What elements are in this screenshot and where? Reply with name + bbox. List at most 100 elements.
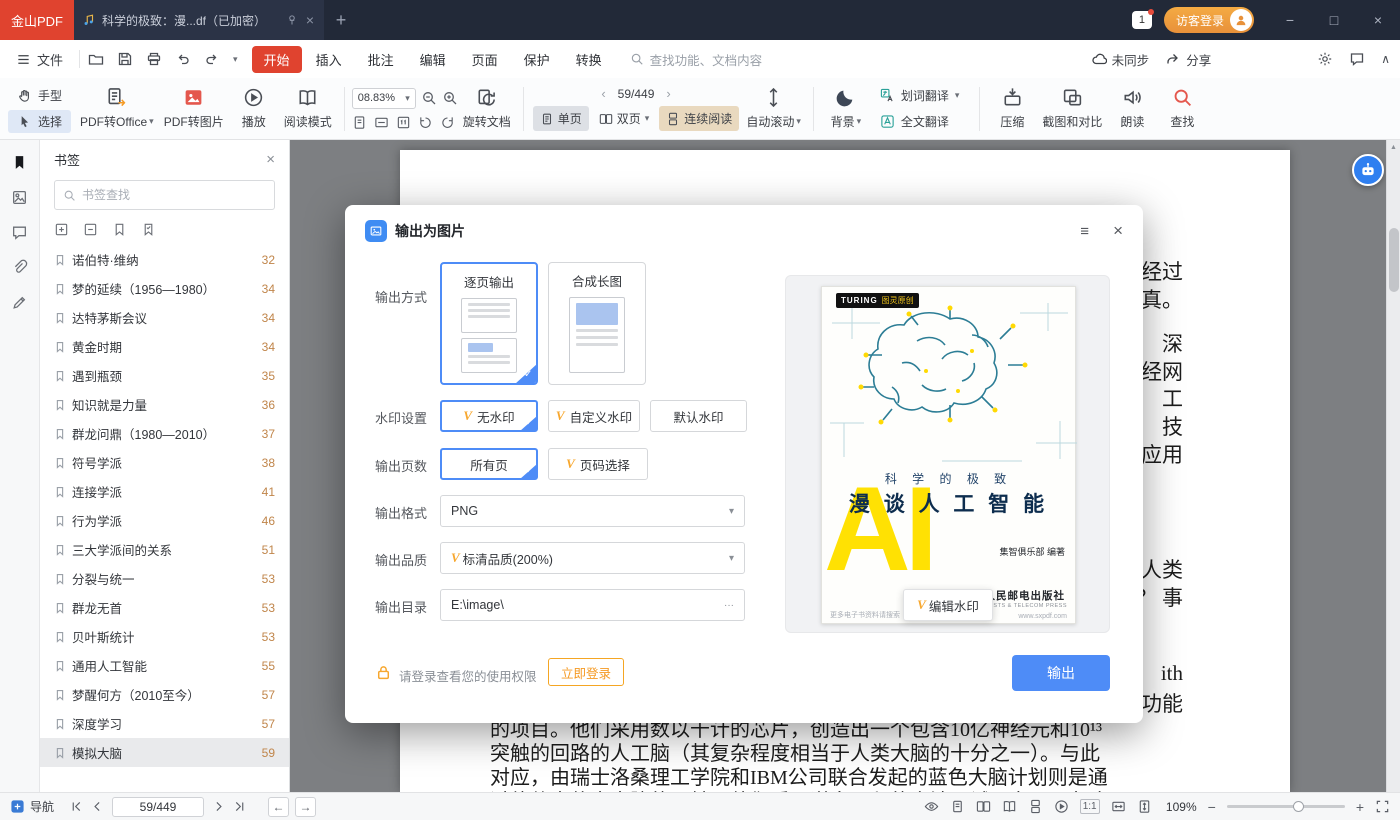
main-menu-icon[interactable] [16, 52, 31, 67]
bookmarks-panel-icon[interactable] [11, 154, 28, 171]
login-button[interactable]: 访客登录 [1164, 7, 1254, 33]
bookmark-item[interactable]: 黄金时期 34 [40, 332, 289, 361]
read-aloud-button[interactable]: 朗读 [1107, 81, 1157, 137]
menu-tab[interactable]: 保护 [512, 46, 562, 73]
hand-tool[interactable]: 手型 [8, 84, 71, 107]
menu-tab[interactable]: 批注 [356, 46, 406, 73]
actual-size-icon[interactable] [396, 115, 411, 130]
minimize-button[interactable]: − [1268, 0, 1312, 40]
file-menu[interactable]: 文件 [37, 50, 63, 69]
zoom-in-button[interactable]: + [1356, 799, 1364, 815]
read-mode-button[interactable]: 阅读模式 [279, 81, 337, 137]
double-page-view-icon[interactable] [976, 799, 991, 814]
thumbnails-panel-icon[interactable] [11, 189, 28, 206]
bookmark-item[interactable]: 梦的延续（1956—1980） 34 [40, 274, 289, 303]
mode-long-image-card[interactable]: 合成长图 [548, 262, 646, 385]
redo-icon[interactable] [204, 51, 220, 67]
pages-pick-button[interactable]: V 页码选择 [548, 448, 648, 480]
bookmark-search[interactable] [54, 180, 275, 210]
fullscreen-icon[interactable] [1375, 799, 1390, 814]
double-page-button[interactable]: 双页 ▾ [592, 106, 657, 131]
bookmark-item[interactable]: 深度学习 57 [40, 709, 289, 738]
menu-tab[interactable]: 编辑 [408, 46, 458, 73]
signature-panel-icon[interactable] [11, 294, 28, 311]
open-file-icon[interactable] [88, 51, 104, 67]
page-number-input[interactable] [112, 797, 204, 817]
pdf-to-image-button[interactable]: PDF转图片 [159, 81, 229, 137]
watermark-none-button[interactable]: V 无水印 ✓ [440, 400, 538, 432]
scroll-up-icon[interactable]: ▲ [1387, 140, 1400, 154]
back-arrow-icon[interactable]: ← [268, 797, 289, 817]
find-button[interactable]: 查找 [1157, 81, 1207, 137]
prev-page-icon[interactable] [91, 800, 104, 813]
fit-page-icon[interactable] [352, 115, 367, 130]
vertical-scrollbar[interactable]: ▲ [1386, 140, 1400, 792]
chevron-down-icon[interactable]: ▾ [233, 54, 238, 65]
full-translate-button[interactable]: 全文翻译 [871, 110, 969, 133]
dialog-menu-icon[interactable]: ≡ [1080, 223, 1089, 240]
zoom-out-icon[interactable] [421, 90, 437, 106]
menu-tab[interactable]: 转换 [564, 46, 614, 73]
zoom-slider[interactable] [1227, 805, 1345, 808]
zoom-in-icon[interactable] [442, 90, 458, 106]
collapse-bookmarks-icon[interactable] [83, 222, 98, 237]
zoom-out-button[interactable]: − [1208, 799, 1216, 815]
bookmark-check-icon[interactable] [141, 222, 156, 237]
fit-page-icon[interactable] [1137, 799, 1152, 814]
bookmark-item[interactable]: 模拟大脑 59 [40, 738, 289, 767]
browse-ellipsis-icon[interactable]: ··· [724, 600, 734, 611]
sync-status[interactable]: 未同步 [1091, 50, 1150, 69]
bookmark-item[interactable]: 分裂与统一 53 [40, 564, 289, 593]
menu-tab[interactable]: 开始 [252, 46, 302, 73]
rotate-document-button[interactable]: 旋转文档 [458, 81, 516, 137]
share-button[interactable]: 分享 [1165, 50, 1211, 69]
bookmark-item[interactable]: 遇到瓶颈 35 [40, 361, 289, 390]
collapse-ribbon-icon[interactable]: ∧ [1381, 52, 1390, 66]
bookmark-item[interactable]: 贝叶斯统计 53 [40, 622, 289, 651]
prev-page-icon[interactable]: ‹ [601, 86, 605, 101]
next-page-icon[interactable] [212, 800, 225, 813]
bookmark-item[interactable]: 三大学派间的关系 51 [40, 535, 289, 564]
bookmark-item[interactable]: 行为学派 46 [40, 506, 289, 535]
zoom-select[interactable]: 08.83%▾ [352, 88, 416, 109]
bookmark-item[interactable]: 连接学派 41 [40, 477, 289, 506]
scrollbar-thumb[interactable] [1389, 228, 1399, 292]
command-search[interactable]: 查找功能、文档内容 [630, 50, 763, 69]
new-tab-button[interactable]: + [324, 0, 358, 40]
undo-icon[interactable] [175, 51, 191, 67]
expand-bookmarks-icon[interactable] [54, 222, 69, 237]
export-button[interactable]: 输出 [1012, 655, 1110, 691]
pdf-to-office-button[interactable]: PDF转Office▾ [75, 81, 159, 137]
select-tool[interactable]: 选择 [8, 110, 71, 133]
feedback-comment-icon[interactable] [1349, 51, 1365, 67]
navigation-button[interactable]: 导航 [10, 798, 54, 815]
save-icon[interactable] [117, 51, 133, 67]
last-page-icon[interactable] [233, 800, 246, 813]
close-button[interactable]: × [1356, 0, 1400, 40]
edit-watermark-button[interactable]: V 编辑水印 [903, 589, 993, 621]
eye-protect-icon[interactable] [924, 799, 939, 814]
fit-width-icon[interactable] [374, 115, 389, 130]
format-dropdown[interactable]: PNG ▾ [440, 495, 745, 527]
fit-width-icon[interactable] [1111, 799, 1126, 814]
actual-size-button[interactable]: 1:1 [1080, 799, 1100, 814]
zoom-percentage[interactable]: 109% [1163, 800, 1197, 814]
print-icon[interactable] [146, 51, 162, 67]
login-now-button[interactable]: 立即登录 [548, 658, 624, 686]
snapshot-compare-button[interactable]: 截图和对比 [1037, 81, 1107, 137]
notification-badge[interactable]: 1 [1132, 11, 1152, 29]
forward-arrow-icon[interactable]: → [295, 797, 316, 817]
pages-all-button[interactable]: 所有页 ✓ [440, 448, 538, 480]
continuous-view-icon[interactable] [1028, 799, 1043, 814]
single-page-button[interactable]: 单页 [533, 106, 589, 131]
play-button[interactable]: 播放 [229, 81, 279, 137]
bookmark-item[interactable]: 通用人工智能 55 [40, 651, 289, 680]
menu-tab[interactable]: 页面 [460, 46, 510, 73]
assistant-float-button[interactable] [1352, 154, 1384, 186]
mode-per-page-card[interactable]: 逐页输出 ✓ [440, 262, 538, 385]
background-button[interactable]: 背景▾ [821, 81, 871, 137]
quality-dropdown[interactable]: V 标清品质(200%) ▾ [440, 542, 745, 574]
watermark-custom-button[interactable]: V 自定义水印 [548, 400, 640, 432]
book-view-icon[interactable] [1002, 799, 1017, 814]
comments-panel-icon[interactable] [11, 224, 28, 241]
